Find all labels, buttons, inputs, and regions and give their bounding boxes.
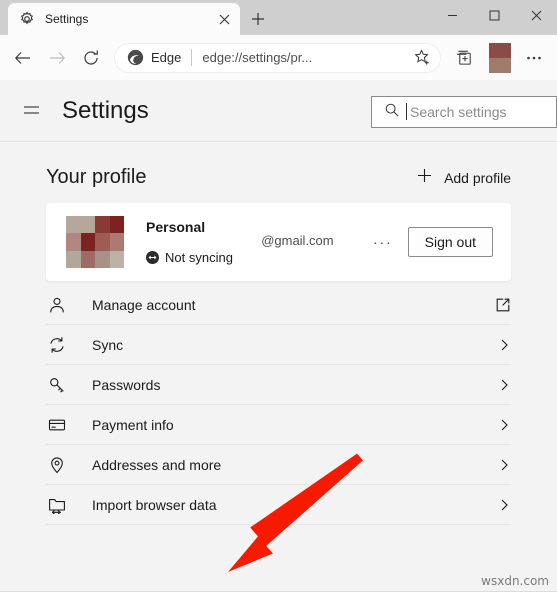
- search-icon: [384, 102, 400, 123]
- plus-icon: [417, 168, 432, 188]
- chevron-right-icon: [491, 458, 511, 472]
- add-profile-label: Add profile: [444, 169, 511, 186]
- avatar-pixel: [80, 233, 95, 251]
- maximize-button[interactable]: [473, 0, 515, 30]
- avatar-pixel: [109, 216, 124, 234]
- avatar-pixel: [80, 250, 95, 268]
- window-controls: [431, 0, 557, 30]
- settings-list: Manage account Sync Passwords Payment info A…: [46, 285, 511, 525]
- search-placeholder: Search settings: [406, 103, 507, 120]
- omnibox-separator: [191, 49, 193, 66]
- page-title: Settings: [62, 96, 149, 124]
- list-item-label: Import browser data: [92, 496, 217, 513]
- list-item-passwords[interactable]: Passwords: [46, 365, 511, 405]
- browser-window: Settings Edge edge://settings/pr... Sett…: [0, 0, 557, 592]
- list-item-label: Sync: [92, 336, 124, 353]
- import-folder-icon: [46, 496, 68, 514]
- browser-toolbar: Edge edge://settings/pr...: [0, 35, 557, 80]
- back-button[interactable]: [6, 41, 40, 75]
- avatar-pixel: [66, 216, 81, 234]
- list-item-label: Addresses and more: [92, 456, 222, 473]
- new-tab-button[interactable]: [244, 5, 272, 33]
- avatar-pixel: [109, 233, 124, 251]
- browser-settings-menu-icon[interactable]: [517, 41, 551, 75]
- key-icon: [46, 376, 68, 394]
- url-text: edge://settings/pr...: [202, 50, 313, 65]
- edge-logo-icon: [127, 49, 144, 66]
- refresh-button[interactable]: [74, 41, 108, 75]
- profile-email: @gmail.com: [261, 233, 334, 248]
- star-add-icon[interactable]: [408, 44, 436, 72]
- avatar-pixel: [109, 250, 124, 268]
- avatar: [66, 216, 124, 268]
- chevron-right-icon: [491, 338, 511, 352]
- edge-search-label: Edge: [151, 50, 182, 65]
- gear-icon: [19, 11, 35, 27]
- chevron-right-icon: [491, 498, 511, 512]
- avatar-pixel: [95, 233, 110, 251]
- external-link-icon: [491, 297, 511, 313]
- profile-card: Personal @gmail.com Not syncing ··· Sign…: [46, 203, 511, 281]
- settings-content: Your profile Add profile Personal @gmail…: [0, 142, 557, 592]
- avatar-pixel: [66, 233, 81, 251]
- avatar-pixel: [66, 250, 81, 268]
- tab-title: Settings: [45, 12, 89, 26]
- section-title: Your profile: [46, 166, 147, 188]
- close-icon[interactable]: [215, 10, 233, 28]
- sign-out-button[interactable]: Sign out: [407, 227, 493, 257]
- list-item-import-browser-data[interactable]: Import browser data: [46, 485, 511, 525]
- list-item-addresses-and-more[interactable]: Addresses and more: [46, 445, 511, 485]
- watermark: wsxdn.com: [481, 574, 549, 588]
- browser-tab-settings[interactable]: Settings: [8, 3, 240, 35]
- avatar-pixel: [95, 250, 110, 268]
- sync-paused-icon: [146, 251, 159, 264]
- title-bar: Settings: [0, 0, 557, 35]
- add-profile-button[interactable]: Add profile: [417, 168, 511, 188]
- list-item-label: Payment info: [92, 416, 174, 433]
- list-item-label: Passwords: [92, 376, 161, 393]
- profile-info: Personal @gmail.com Not syncing: [146, 219, 368, 265]
- profile-avatar[interactable]: [489, 42, 511, 73]
- collections-icon[interactable]: [447, 41, 481, 75]
- chevron-right-icon: [491, 378, 511, 392]
- person-icon: [46, 296, 68, 314]
- list-item-payment-info[interactable]: Payment info: [46, 405, 511, 445]
- hamburger-icon[interactable]: [14, 94, 48, 128]
- text-caret: [406, 103, 407, 120]
- list-item-sync[interactable]: Sync: [46, 325, 511, 365]
- address-bar[interactable]: Edge edge://settings/pr...: [114, 42, 441, 73]
- list-item-label: Manage account: [92, 296, 196, 313]
- credit-card-icon: [46, 416, 68, 434]
- search-input[interactable]: Search settings: [371, 96, 557, 128]
- your-profile-section-header: Your profile Add profile: [46, 142, 511, 203]
- location-pin-icon: [46, 456, 68, 474]
- sync-icon: [46, 336, 68, 354]
- forward-button: [40, 41, 74, 75]
- list-item-manage-account[interactable]: Manage account: [46, 285, 511, 325]
- avatar-pixel: [80, 216, 95, 234]
- sync-status-row: Not syncing: [146, 250, 368, 265]
- close-window-button[interactable]: [515, 0, 557, 30]
- profile-more-button[interactable]: ···: [368, 228, 398, 256]
- chevron-right-icon: [491, 418, 511, 432]
- minimize-button[interactable]: [431, 0, 473, 30]
- sync-status-label: Not syncing: [165, 250, 233, 265]
- avatar-pixel: [95, 216, 110, 234]
